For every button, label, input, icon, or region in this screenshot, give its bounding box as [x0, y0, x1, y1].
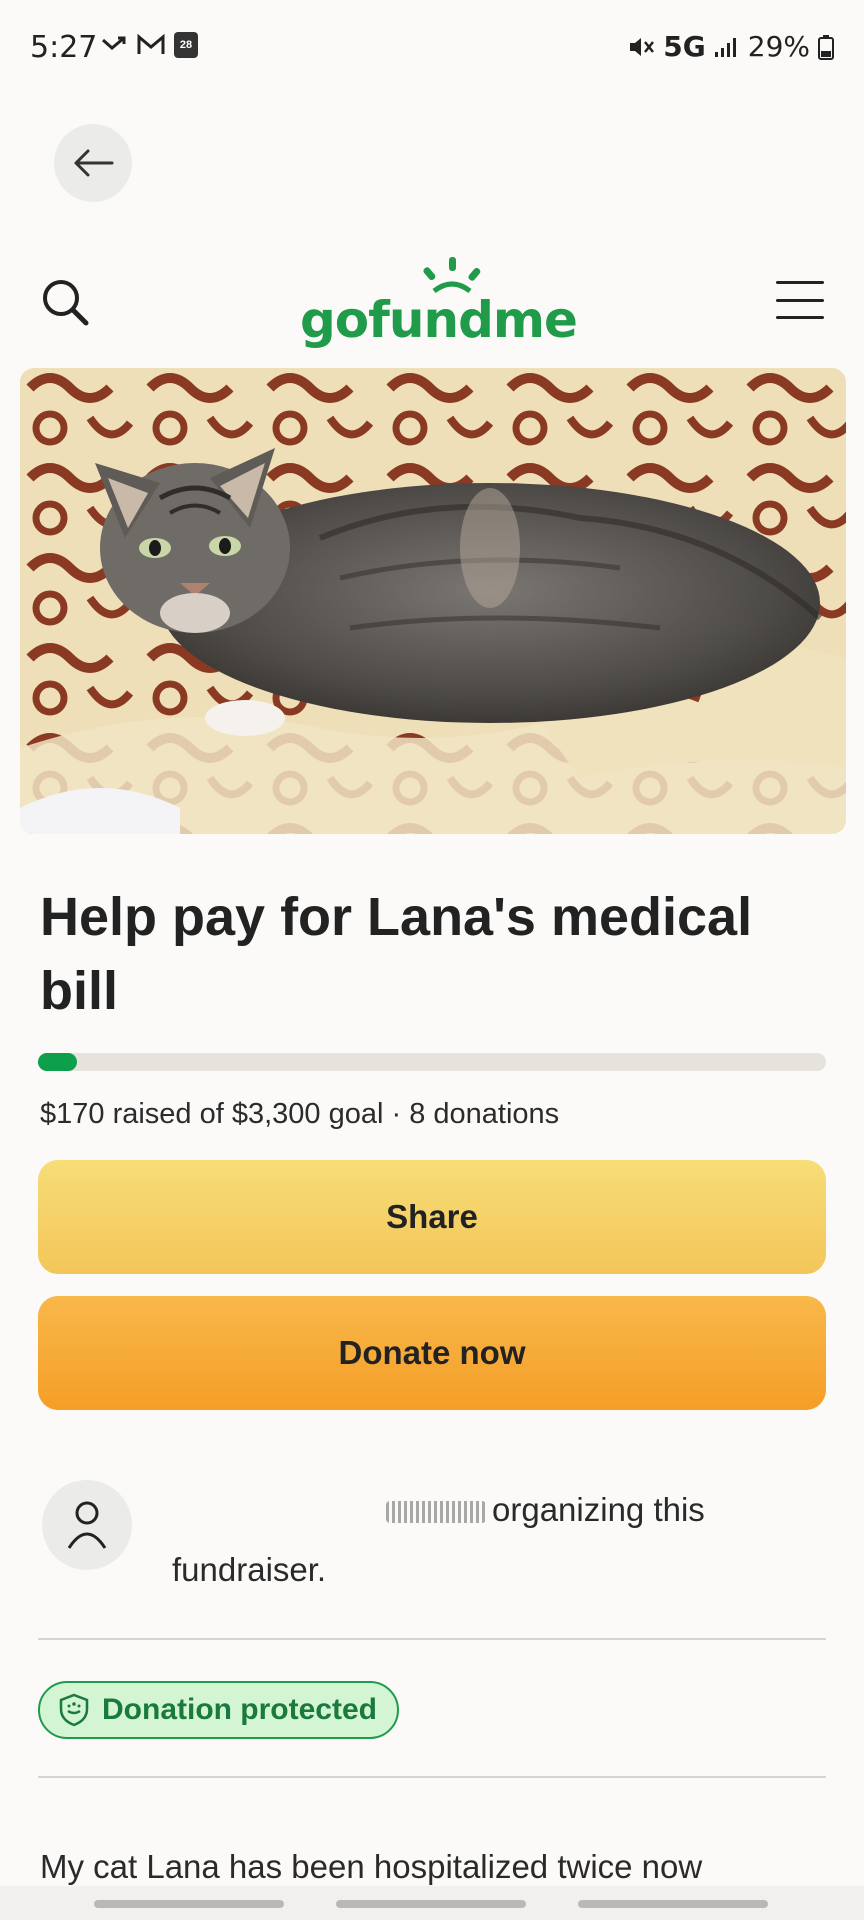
campaign-hero-image[interactable]	[20, 368, 846, 834]
organizer-line1: organizing this	[492, 1491, 705, 1528]
search-icon	[43, 280, 89, 326]
organizer-section: organizing this fundraiser.	[40, 1478, 830, 1588]
raised-summary: $170 raised of $3,300 goal · 8 donations	[40, 1098, 560, 1130]
search-button[interactable]	[36, 273, 96, 333]
donation-protected-badge[interactable]: Donation protected	[38, 1681, 399, 1739]
nav-back-button[interactable]	[578, 1900, 768, 1908]
sun-rays-icon	[423, 257, 481, 294]
gofundme-logo[interactable]: gofundme	[300, 255, 578, 349]
menu-line	[776, 298, 824, 302]
status-bar: 5:27 28 5G 29%	[0, 0, 864, 100]
menu-line	[776, 316, 824, 319]
protected-label: Donation protected	[102, 1693, 377, 1726]
progress-fill	[38, 1053, 78, 1071]
status-right: 5G 29%	[627, 30, 834, 63]
organizer-text: organizing this fundraiser.	[172, 1480, 812, 1600]
system-nav-bar	[0, 1886, 864, 1920]
organizer-line2: fundraiser.	[172, 1551, 327, 1588]
nav-home-button[interactable]	[336, 1900, 526, 1908]
donate-button[interactable]: Donate now	[38, 1296, 826, 1410]
campaign-title: Help pay for Lana's medical bill	[40, 887, 753, 1021]
cat-photo	[20, 368, 846, 834]
menu-button[interactable]	[772, 275, 828, 325]
gmail-icon	[137, 33, 165, 54]
top-nav: gofundme	[0, 255, 864, 349]
battery-icon	[818, 34, 834, 60]
arrow-left-icon	[74, 149, 114, 177]
network-label: 5G	[663, 30, 706, 63]
avatar[interactable]	[42, 1480, 132, 1570]
status-time: 5:27	[30, 30, 98, 65]
back-button[interactable]	[54, 124, 132, 202]
mute-icon	[630, 37, 655, 56]
share-button[interactable]: Share	[38, 1160, 826, 1274]
missed-call-icon	[102, 36, 126, 50]
progress-bar	[38, 1053, 826, 1071]
menu-line	[776, 281, 824, 284]
story-preview: My cat Lana has been hospitalized twice …	[40, 1848, 703, 1885]
nav-recents-button[interactable]	[94, 1900, 284, 1908]
person-icon	[67, 1501, 107, 1549]
notification-icons: 28	[100, 32, 198, 58]
signal-icon	[714, 37, 736, 57]
shield-icon	[59, 1693, 89, 1727]
calendar-icon: 28	[174, 32, 198, 58]
battery-percent: 29%	[747, 30, 810, 63]
divider	[38, 1638, 826, 1640]
organizer-name-redacted	[386, 1501, 486, 1524]
logo-text: gofundme	[300, 291, 578, 349]
divider	[38, 1776, 826, 1778]
